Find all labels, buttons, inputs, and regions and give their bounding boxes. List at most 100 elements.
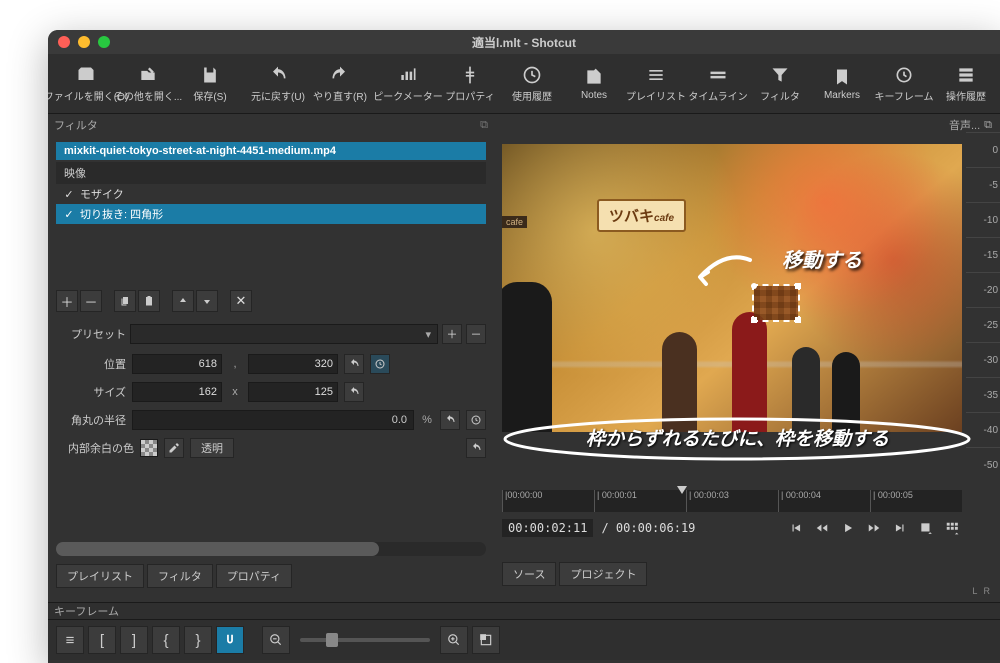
tab-project[interactable]: プロジェクト bbox=[559, 562, 647, 586]
color-picker-button[interactable]: 透明 bbox=[190, 438, 234, 458]
chevron-down-icon: ▾ bbox=[425, 328, 431, 341]
app-window: 適当l.mlt - Shotcut ファイルを開く(O) その他を開く... 保… bbox=[48, 30, 1000, 663]
playlist-button[interactable]: プレイリスト bbox=[626, 56, 686, 112]
add-filter-button[interactable]: ＋ bbox=[56, 290, 78, 312]
remove-filter-button[interactable]: － bbox=[80, 290, 102, 312]
notes-button[interactable]: Notes bbox=[564, 56, 624, 112]
skip-start-button[interactable] bbox=[786, 518, 806, 538]
scene-figure bbox=[502, 282, 552, 432]
annotation-bubble: 枠からずれるたびに、枠を移動する bbox=[500, 416, 975, 462]
filter-panel-title: フィルタ bbox=[54, 117, 98, 133]
delete-preset-button[interactable]: － bbox=[466, 324, 486, 344]
reset-size-button[interactable] bbox=[344, 382, 364, 402]
keyframe-panel-header: キーフレーム bbox=[48, 602, 1000, 620]
preset-label: プリセット bbox=[56, 326, 126, 342]
keyframe-panel-title: キーフレーム bbox=[54, 603, 119, 619]
scene-figure bbox=[732, 312, 767, 432]
eyedropper-button[interactable] bbox=[164, 438, 184, 458]
kf-next-button[interactable]: } bbox=[184, 626, 212, 654]
play-button[interactable] bbox=[838, 518, 858, 538]
reset-position-button[interactable] bbox=[344, 354, 364, 374]
paste-button[interactable] bbox=[138, 290, 160, 312]
maximize-window-button[interactable] bbox=[98, 36, 110, 48]
forward-button[interactable] bbox=[864, 518, 884, 538]
peak-meter-button[interactable]: ピークメーター bbox=[378, 56, 438, 112]
open-file-button[interactable]: ファイルを開く(O) bbox=[56, 56, 116, 112]
undock-icon[interactable]: ⧉ bbox=[984, 119, 992, 132]
clip-filename[interactable]: mixkit-quiet-tokyo-street-at-night-4451-… bbox=[56, 142, 486, 160]
current-timecode[interactable]: 00:00:02:11 bbox=[502, 519, 593, 537]
undo-button[interactable]: 元に戻す(U) bbox=[248, 56, 308, 112]
redo-button[interactable]: やり直す(R) bbox=[310, 56, 370, 112]
scene-text: cafe bbox=[502, 216, 527, 228]
position-y-input[interactable] bbox=[248, 354, 338, 374]
horizontal-scrollbar[interactable] bbox=[56, 542, 486, 556]
reset-radius-button[interactable] bbox=[440, 410, 460, 430]
tab-playlist[interactable]: プレイリスト bbox=[56, 564, 144, 588]
window-controls bbox=[58, 36, 110, 48]
minimize-window-button[interactable] bbox=[78, 36, 90, 48]
undock-icon[interactable]: ⧉ bbox=[480, 119, 488, 132]
color-swatch[interactable] bbox=[140, 439, 158, 457]
zoom-fit-button[interactable] bbox=[472, 626, 500, 654]
preview-panel: 音声... ⧉ cafe ツバキcafe 移動する bbox=[494, 114, 1000, 602]
markers-button[interactable]: Markers bbox=[812, 56, 872, 112]
timeline-button[interactable]: タイムライン bbox=[688, 56, 748, 112]
audio-panel-label: 音声... bbox=[949, 117, 980, 133]
annotation-arrow-icon bbox=[690, 252, 760, 292]
titlebar: 適当l.mlt - Shotcut bbox=[48, 30, 1000, 54]
check-icon[interactable]: ✓ bbox=[64, 208, 74, 221]
move-down-button[interactable] bbox=[196, 290, 218, 312]
kf-menu-button[interactable]: ≡ bbox=[56, 626, 84, 654]
position-x-input[interactable] bbox=[132, 354, 222, 374]
grid-dropdown[interactable] bbox=[942, 518, 962, 538]
recent-button[interactable]: 使用履歴 bbox=[502, 56, 562, 112]
preset-dropdown[interactable]: ▾ bbox=[130, 324, 438, 344]
crop-rectangle-handle[interactable] bbox=[752, 284, 800, 322]
preview-tabs: ソース プロジェクト bbox=[502, 562, 992, 586]
zoom-in-button[interactable] bbox=[440, 626, 468, 654]
keyframe-radius-button[interactable] bbox=[466, 410, 486, 430]
scrub-ruler[interactable]: |00:00:00 | 00:00:01 | 00:00:03 | 00:00:… bbox=[502, 490, 962, 512]
properties-button[interactable]: プロパティ bbox=[440, 56, 500, 112]
zoom-slider[interactable] bbox=[300, 638, 430, 642]
position-label: 位置 bbox=[56, 356, 126, 372]
close-window-button[interactable] bbox=[58, 36, 70, 48]
filters-button[interactable]: フィルタ bbox=[750, 56, 810, 112]
scene-sign: ツバキcafe bbox=[597, 199, 686, 232]
tab-source[interactable]: ソース bbox=[502, 562, 556, 586]
history-button[interactable]: 操作履歴 bbox=[936, 56, 996, 112]
filter-item-crop-rectangle[interactable]: ✓切り抜き: 四角形 bbox=[56, 204, 486, 224]
reset-color-button[interactable] bbox=[466, 438, 486, 458]
deselect-button[interactable]: ✕ bbox=[230, 290, 252, 312]
kf-snap-button[interactable] bbox=[216, 626, 244, 654]
tab-properties[interactable]: プロパティ bbox=[216, 564, 292, 588]
main-toolbar: ファイルを開く(O) その他を開く... 保存(S) 元に戻す(U) やり直す(… bbox=[48, 54, 1000, 114]
size-w-input[interactable] bbox=[132, 382, 222, 402]
open-other-button[interactable]: その他を開く... bbox=[118, 56, 178, 112]
keyframes-button[interactable]: キーフレーム bbox=[874, 56, 934, 112]
size-h-input[interactable] bbox=[248, 382, 338, 402]
filter-item-mosaic[interactable]: ✓モザイク bbox=[56, 184, 486, 204]
zoom-out-button[interactable] bbox=[262, 626, 290, 654]
skip-end-button[interactable] bbox=[890, 518, 910, 538]
keyframe-position-button[interactable] bbox=[370, 354, 390, 374]
kf-set-start-button[interactable]: [ bbox=[88, 626, 116, 654]
move-up-button[interactable] bbox=[172, 290, 194, 312]
save-button[interactable]: 保存(S) bbox=[180, 56, 240, 112]
video-preview[interactable]: cafe ツバキcafe 移動する bbox=[502, 144, 962, 432]
save-preset-button[interactable]: ＋ bbox=[442, 324, 462, 344]
rewind-button[interactable] bbox=[812, 518, 832, 538]
check-icon[interactable]: ✓ bbox=[64, 188, 74, 201]
zoom-dropdown[interactable] bbox=[916, 518, 936, 538]
tab-filters[interactable]: フィルタ bbox=[147, 564, 213, 588]
kf-set-end-button[interactable]: ] bbox=[120, 626, 148, 654]
copy-button[interactable] bbox=[114, 290, 136, 312]
radius-slider[interactable]: 0.0 bbox=[132, 410, 414, 430]
kf-prev-button[interactable]: { bbox=[152, 626, 180, 654]
playhead-icon[interactable] bbox=[677, 486, 687, 494]
transport-bar: 00:00:02:11 / 00:00:06:19 bbox=[502, 518, 962, 538]
radius-label: 角丸の半径 bbox=[56, 412, 126, 428]
filter-actions: ＋ － ✕ bbox=[56, 290, 486, 312]
filter-category: 映像 bbox=[56, 162, 486, 184]
